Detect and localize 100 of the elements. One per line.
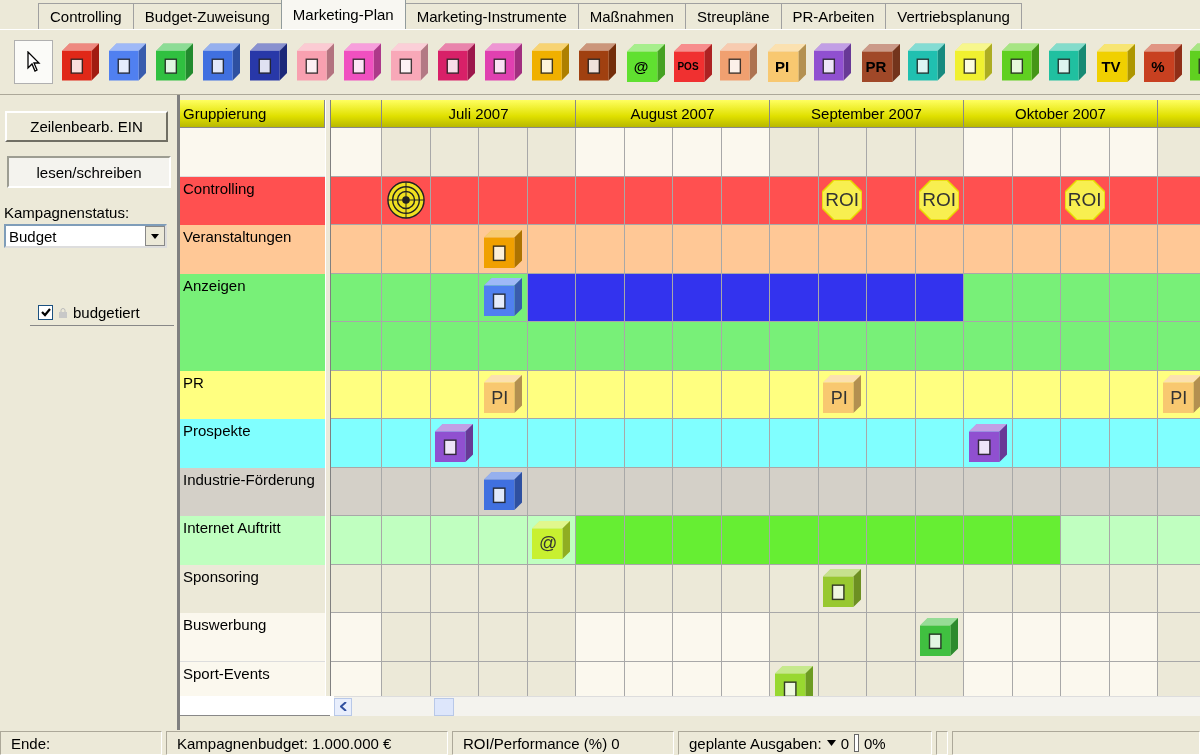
grid-cell[interactable] (673, 419, 722, 468)
grid-cell[interactable] (1012, 322, 1061, 371)
grid-cell[interactable] (576, 176, 625, 225)
grid-cell[interactable] (770, 176, 819, 225)
grid-cell[interactable] (1109, 370, 1158, 419)
grid-cell[interactable] (818, 322, 867, 371)
grid-cell[interactable] (673, 128, 722, 177)
grid-cell[interactable] (527, 419, 576, 468)
grid-cell[interactable] (1012, 467, 1061, 516)
grid-cell[interactable] (1109, 322, 1158, 371)
grid-cell[interactable] (721, 564, 770, 613)
grid-cell[interactable] (964, 225, 1013, 274)
grid-cell[interactable]: @ (527, 516, 576, 565)
grid-cell[interactable] (624, 322, 673, 371)
grid-cell[interactable] (382, 516, 431, 565)
grid-cell[interactable] (1012, 128, 1061, 177)
grid-cell[interactable] (527, 322, 576, 371)
grid-cell[interactable] (576, 613, 625, 662)
grid-cell[interactable] (1158, 176, 1200, 225)
cube-icon[interactable] (774, 666, 813, 696)
grid-cell[interactable] (1061, 225, 1110, 274)
grid-cell[interactable] (964, 564, 1013, 613)
grid-cell[interactable] (430, 419, 479, 468)
grid-cell[interactable] (770, 467, 819, 516)
tab[interactable]: Controlling (38, 3, 134, 29)
grid-cell[interactable] (721, 128, 770, 177)
grid-cell[interactable] (624, 661, 673, 696)
grid-cell[interactable] (430, 613, 479, 662)
grid-cell[interactable] (673, 467, 722, 516)
grid-cell[interactable] (624, 370, 673, 419)
grid-cell[interactable] (964, 419, 1013, 468)
grid-cell[interactable] (964, 467, 1013, 516)
grid-cell[interactable] (818, 419, 867, 468)
grid-cell[interactable] (430, 128, 479, 177)
grid-cell[interactable] (1109, 613, 1158, 662)
grid-cell[interactable] (818, 467, 867, 516)
grid-cell[interactable] (1061, 564, 1110, 613)
grid-cell[interactable] (479, 564, 528, 613)
grid-cell[interactable] (382, 370, 431, 419)
grid-cell[interactable] (1109, 516, 1158, 565)
grid-cell[interactable] (479, 176, 528, 225)
grid-cell[interactable] (867, 176, 916, 225)
grid-cell[interactable] (576, 370, 625, 419)
status-dropdown[interactable]: Budget (4, 224, 167, 248)
grid-cell[interactable] (1012, 419, 1061, 468)
grid-cell[interactable] (964, 661, 1013, 696)
grid-cell[interactable] (1109, 273, 1158, 322)
grid-cell[interactable] (331, 564, 382, 613)
grid-cell[interactable] (721, 661, 770, 696)
grid-cell[interactable] (624, 613, 673, 662)
grid-cell[interactable] (479, 467, 528, 516)
grid-cell[interactable] (479, 128, 528, 177)
grid-cell[interactable] (818, 225, 867, 274)
campaign-bar-cell[interactable] (576, 516, 625, 565)
grid-cell[interactable] (576, 467, 625, 516)
grid-cell[interactable] (1109, 176, 1158, 225)
grid-cell[interactable] (382, 613, 431, 662)
grid-cell[interactable] (915, 370, 964, 419)
grid-cell[interactable] (915, 564, 964, 613)
campaign-bar-cell[interactable] (721, 516, 770, 565)
grid-cell[interactable] (430, 273, 479, 322)
scroll-left-button[interactable] (334, 697, 352, 716)
grid-cell[interactable] (479, 273, 528, 322)
pointer-tool-button[interactable] (14, 40, 53, 84)
campaign-bar-cell[interactable] (867, 273, 916, 322)
grid-cell[interactable] (770, 128, 819, 177)
grid-cell[interactable] (867, 613, 916, 662)
grid-cell[interactable] (1061, 128, 1110, 177)
grid-cell[interactable] (624, 419, 673, 468)
grid-cell[interactable] (673, 564, 722, 613)
grid-cell[interactable] (964, 128, 1013, 177)
grid-cell[interactable] (964, 370, 1013, 419)
campaign-bar-cell[interactable] (673, 516, 722, 565)
grid-cell[interactable] (331, 467, 382, 516)
grid-cell[interactable] (1012, 613, 1061, 662)
grid-cell[interactable] (430, 370, 479, 419)
grid-cell[interactable] (1061, 273, 1110, 322)
campaign-bar-cell[interactable] (576, 273, 625, 322)
grid-cell[interactable] (576, 661, 625, 696)
grid-cell[interactable] (331, 273, 382, 322)
grid-cell[interactable] (382, 419, 431, 468)
tab[interactable]: Vertriebsplanung (885, 3, 1022, 29)
grid-cell[interactable] (527, 564, 576, 613)
grid-cell[interactable] (382, 661, 431, 696)
grid-cell[interactable] (1158, 273, 1200, 322)
grid-cell[interactable] (331, 370, 382, 419)
grid-cell[interactable] (331, 661, 382, 696)
campaign-bar-cell[interactable] (527, 273, 576, 322)
grid-cell[interactable] (770, 661, 819, 696)
grid-cell[interactable] (430, 564, 479, 613)
grid-cell[interactable] (527, 225, 576, 274)
grid-cell[interactable] (527, 613, 576, 662)
grid-cell[interactable] (964, 176, 1013, 225)
grid-cell[interactable] (721, 176, 770, 225)
grid-cell[interactable] (673, 661, 722, 696)
grid-cell[interactable] (721, 419, 770, 468)
grid-cell[interactable] (915, 322, 964, 371)
campaign-bar-cell[interactable] (818, 516, 867, 565)
grid-cell[interactable] (770, 613, 819, 662)
grid-cell[interactable] (721, 225, 770, 274)
